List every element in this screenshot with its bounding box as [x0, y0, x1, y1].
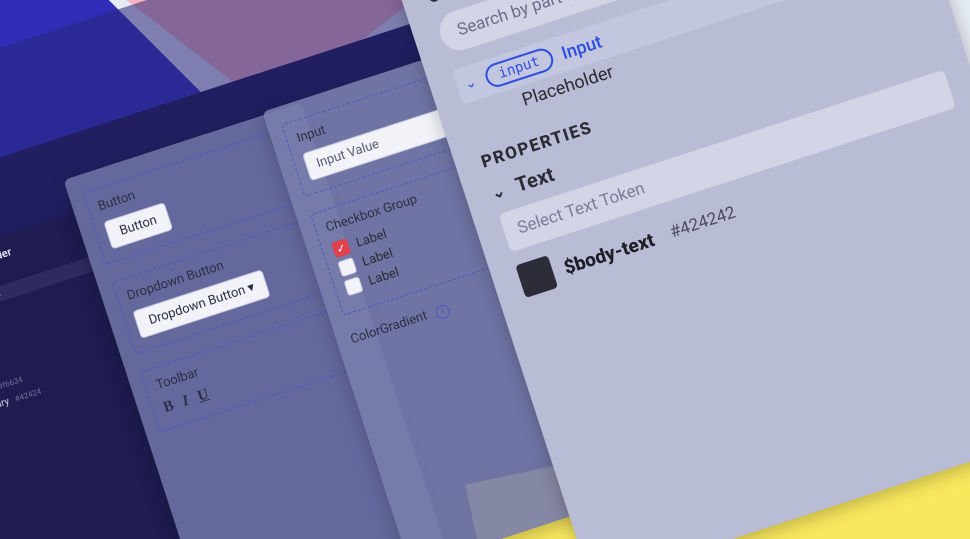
color-swatch-icon [515, 255, 558, 298]
component-title: ColorGradient [349, 308, 429, 347]
chevron-down-icon: ⌄ [489, 180, 508, 202]
tree-label: Input [559, 31, 605, 64]
italic-icon[interactable]: I [180, 393, 191, 411]
swatch-code: #42424 [14, 387, 43, 404]
chevron-down-icon: ▾ [246, 280, 257, 296]
underline-icon[interactable]: U [196, 386, 212, 406]
property-name: Text [512, 162, 557, 197]
token-name: $body-text [561, 228, 657, 279]
checkbox-icon: ✓ [331, 238, 351, 258]
info-icon[interactable]: i [434, 303, 452, 321]
checkbox-icon [337, 257, 357, 277]
checkbox-icon [343, 276, 363, 296]
chevron-down-icon: ⌄ [463, 74, 479, 93]
promo-stage: Progress ThemeBuilder THEME STYLES Searc… [0, 0, 970, 539]
token-hex: #424242 [668, 203, 739, 243]
swatch-name: $secondary [0, 396, 11, 422]
bold-icon[interactable]: B [161, 398, 176, 417]
checkbox-label: Label [366, 264, 401, 288]
